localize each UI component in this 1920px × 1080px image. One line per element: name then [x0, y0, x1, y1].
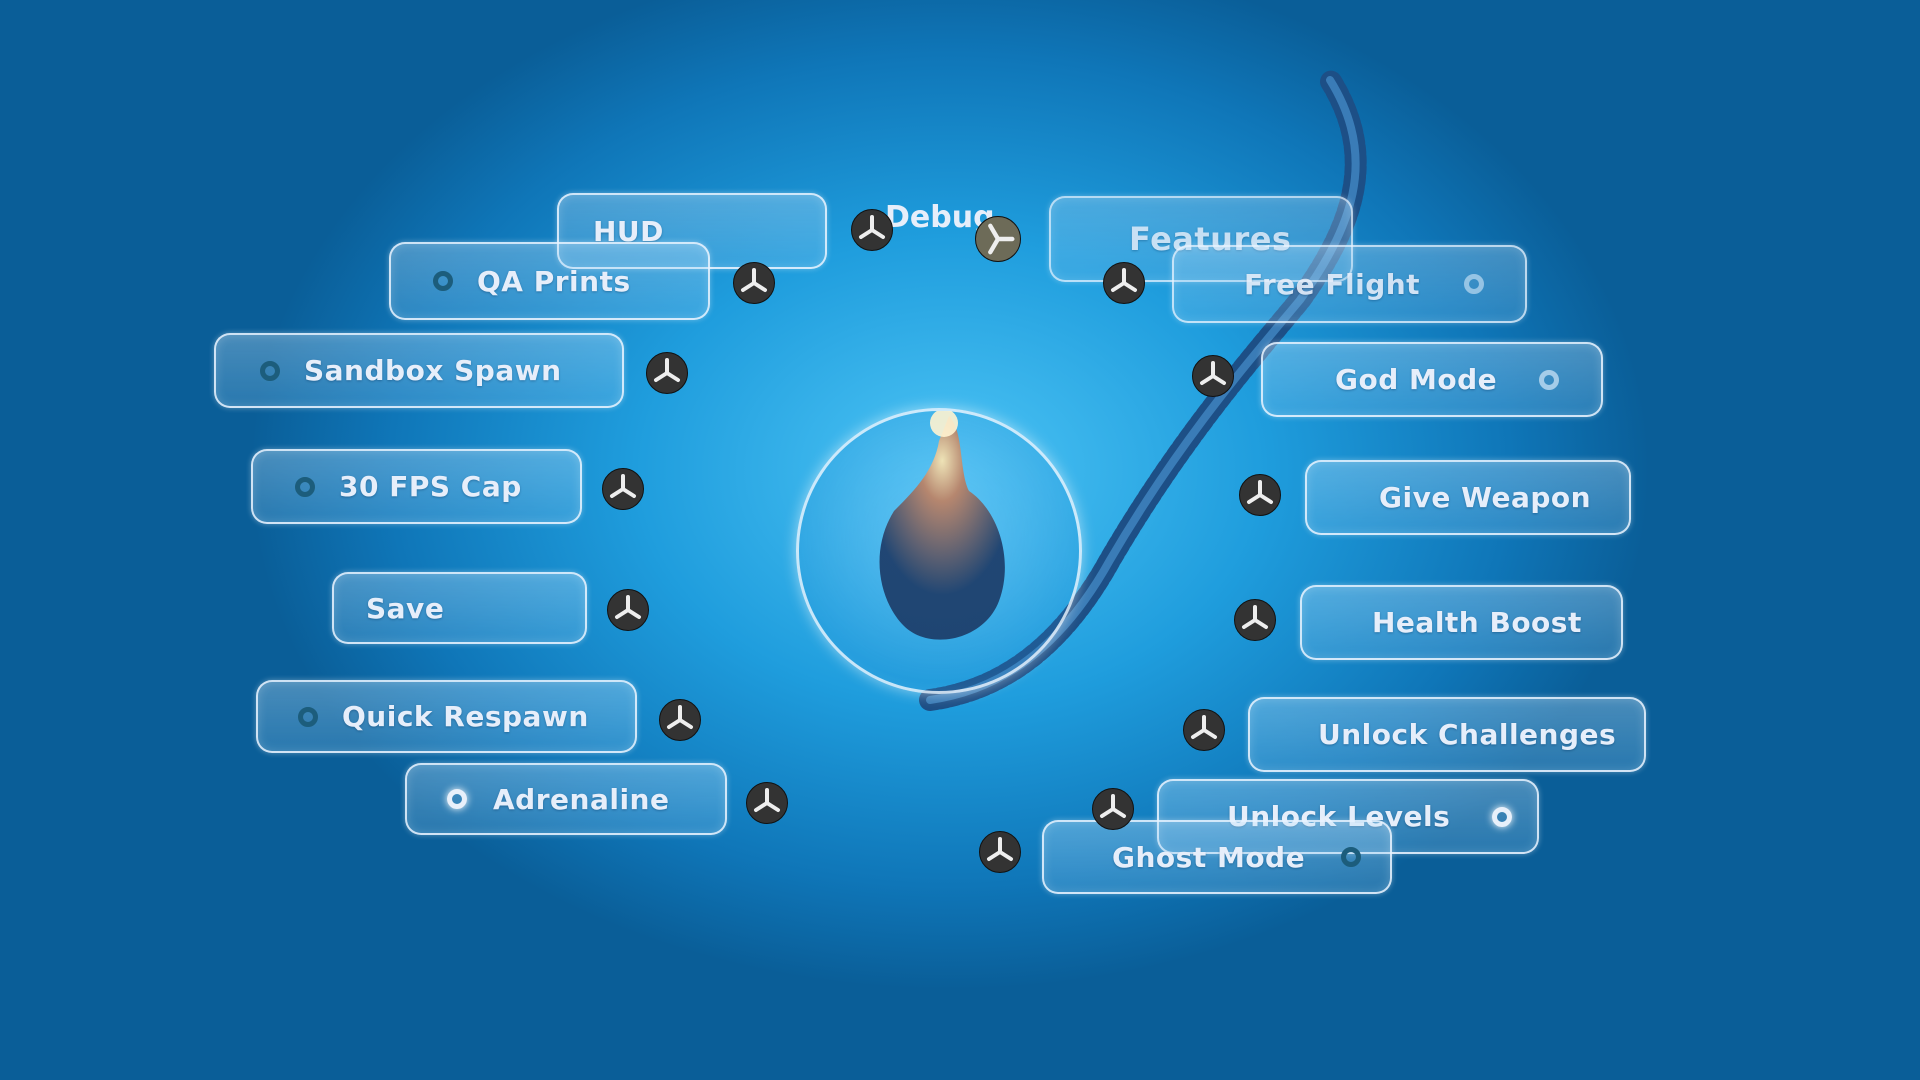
fps-cap-toggle[interactable]: 30 FPS Cap [251, 449, 582, 524]
tri-spoke-knob-icon[interactable] [1234, 599, 1276, 641]
unlock-challenges-button[interactable]: Unlock Challenges [1248, 697, 1646, 772]
tri-spoke-knob-icon[interactable] [733, 262, 775, 304]
radio-ring-icon[interactable] [1492, 806, 1513, 827]
adrenaline-label: Adrenaline [493, 782, 670, 816]
unlock-challenges-label: Unlock Challenges [1318, 718, 1617, 751]
radio-ring-icon[interactable] [1539, 369, 1560, 390]
quick-respawn-toggle[interactable]: Quick Respawn [256, 680, 637, 753]
radio-ring-icon[interactable] [1464, 274, 1485, 294]
give-weapon-label: Give Weapon [1379, 481, 1592, 514]
tri-spoke-knob-icon[interactable] [646, 352, 688, 394]
glowing-orb-hand-icon [879, 409, 1005, 640]
ghost-mode-label: Ghost Mode [1112, 840, 1306, 874]
tri-spoke-knob-icon[interactable] [1239, 474, 1281, 516]
tri-spoke-knob-icon[interactable] [602, 468, 644, 510]
save-label: Save [366, 591, 445, 625]
free-flight-label: Free Flight [1244, 267, 1421, 301]
center-orb [796, 408, 1082, 694]
god-mode-label: God Mode [1335, 363, 1498, 396]
radio-ring-icon[interactable] [298, 706, 318, 727]
quick-respawn-label: Quick Respawn [342, 700, 589, 733]
qa-prints-toggle[interactable]: QA Prints [389, 242, 710, 320]
tri-spoke-knob-icon[interactable] [607, 589, 649, 631]
radio-ring-icon[interactable] [433, 271, 453, 291]
radio-ring-icon[interactable] [447, 789, 467, 809]
save-button[interactable]: Save [332, 572, 587, 644]
free-flight-toggle[interactable]: Free Flight [1172, 245, 1527, 323]
radio-ring-icon[interactable] [295, 476, 315, 497]
tri-spoke-knob-icon[interactable] [659, 699, 701, 741]
tri-spoke-knob-icon[interactable] [1103, 262, 1145, 304]
qa-prints-label: QA Prints [477, 264, 631, 298]
debug-knob-icon[interactable] [851, 209, 893, 251]
debug-knob-icon[interactable] [975, 216, 1021, 262]
health-boost-button[interactable]: Health Boost [1300, 585, 1623, 660]
adrenaline-toggle[interactable]: Adrenaline [405, 763, 727, 835]
health-boost-label: Health Boost [1372, 606, 1582, 639]
tri-spoke-knob-icon[interactable] [1192, 355, 1234, 397]
sandbox-spawn-toggle[interactable]: Sandbox Spawn [214, 333, 624, 408]
fps-cap-label: 30 FPS Cap [339, 470, 522, 503]
god-mode-toggle[interactable]: God Mode [1261, 342, 1603, 417]
ghost-mode-toggle[interactable]: Ghost Mode [1042, 820, 1392, 894]
give-weapon-button[interactable]: Give Weapon [1305, 460, 1631, 535]
sandbox-spawn-label: Sandbox Spawn [304, 354, 562, 387]
tri-spoke-knob-icon[interactable] [746, 782, 788, 824]
tri-spoke-knob-icon[interactable] [1183, 709, 1225, 751]
tri-spoke-knob-icon[interactable] [979, 831, 1021, 873]
radio-ring-icon[interactable] [260, 360, 280, 381]
tri-spoke-knob-icon[interactable] [1092, 788, 1134, 830]
radio-ring-icon[interactable] [1341, 847, 1362, 867]
